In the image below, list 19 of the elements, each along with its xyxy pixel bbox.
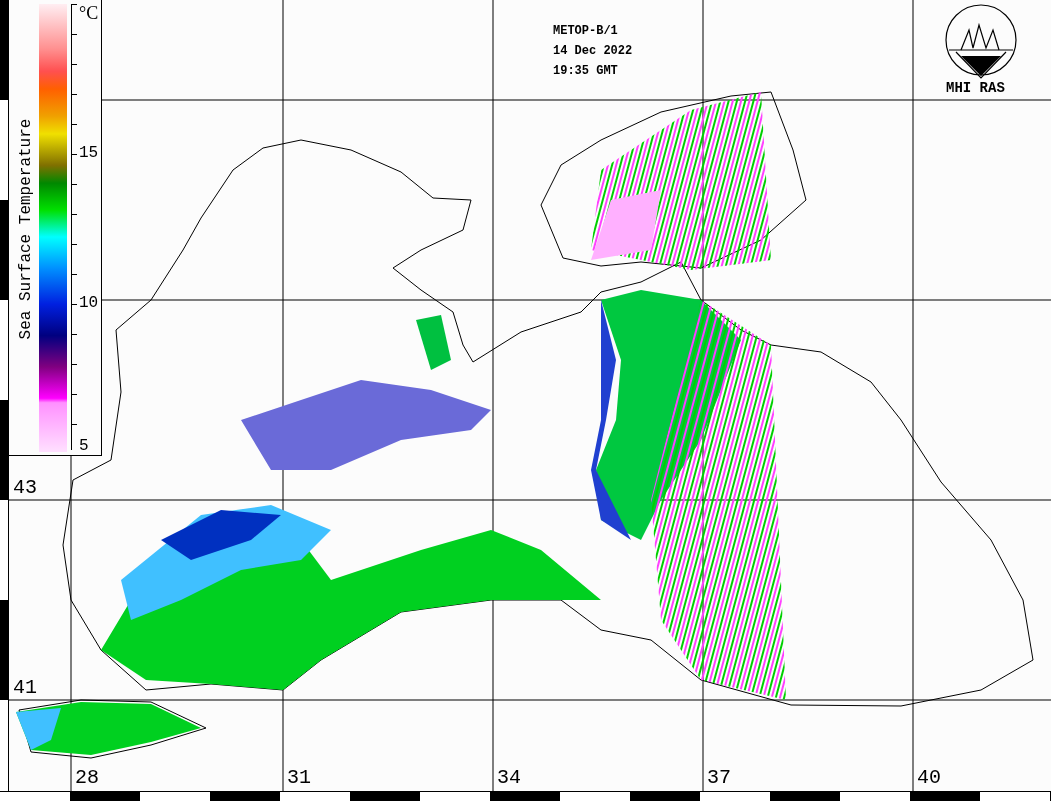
longitude-label: 40: [917, 768, 941, 788]
tick-label: 10: [79, 295, 99, 311]
unit-label: °C: [79, 4, 99, 22]
logo-text: MHI RAS: [946, 80, 1005, 96]
longitude-label: 28: [75, 768, 99, 788]
time-text: 19:35 GMT: [553, 64, 619, 78]
colorbar-title: Sea Surface Temperature: [16, 117, 36, 342]
longitude-label: 37: [707, 768, 731, 788]
tick-label: 5: [79, 438, 89, 454]
longitude-label: 34: [497, 768, 521, 788]
satellite-name: METOP-B/1: [553, 24, 619, 38]
tick-label: 15: [79, 145, 99, 161]
temperature-patch: [416, 315, 451, 370]
temperature-patch: [591, 190, 661, 260]
longitude-label: 31: [287, 768, 311, 788]
latitude-label: 43: [13, 478, 37, 498]
latitude-label: 41: [13, 678, 37, 698]
logo-icon: [945, 4, 1017, 79]
date-text: 14 Dec 2022: [553, 44, 633, 58]
